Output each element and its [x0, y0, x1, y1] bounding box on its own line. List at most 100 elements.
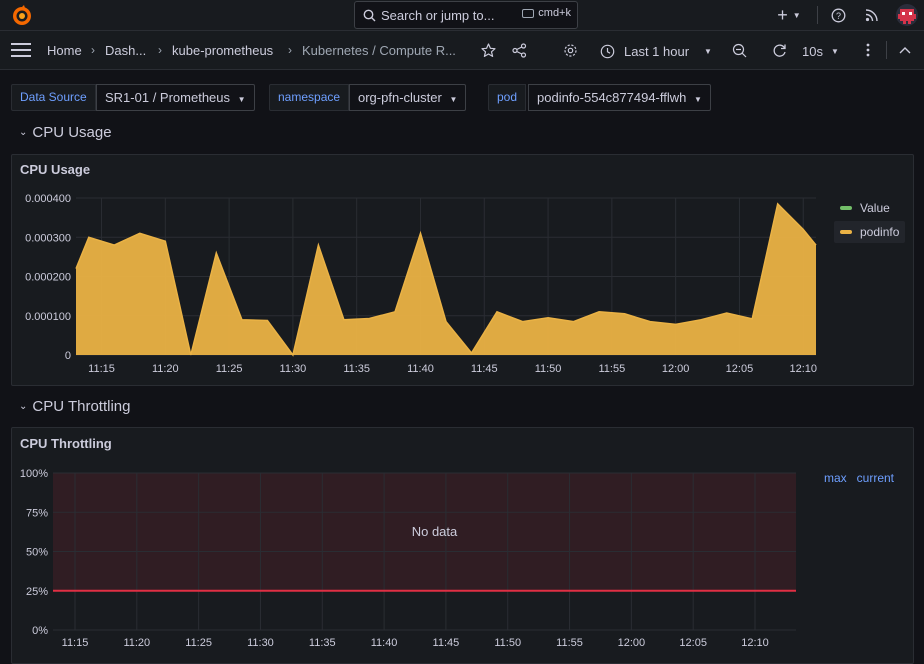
x-tick-label: 11:55	[599, 363, 626, 375]
y-tick-label: 0	[65, 350, 71, 362]
x-tick-label: 11:55	[556, 637, 583, 649]
variable-label-namespace: namespace	[269, 84, 350, 111]
breadcrumb-dashboards[interactable]: Dash...	[105, 43, 146, 58]
variable-value: podinfo-554c877494-fflwh	[537, 90, 687, 105]
legend-header-current[interactable]: current	[857, 471, 894, 485]
x-tick-label: 11:30	[280, 363, 307, 375]
row-title: CPU Usage	[32, 124, 112, 141]
breadcrumb-dashboard-title: Kubernetes / Compute R...	[302, 43, 456, 58]
refresh-button[interactable]	[769, 41, 789, 59]
menu-button[interactable]	[10, 41, 32, 59]
y-tick-label: 50%	[26, 547, 48, 559]
hamburger-icon	[11, 43, 31, 57]
plus-icon: +	[777, 5, 788, 25]
time-picker-button[interactable]: Last 1 hour ▼	[600, 40, 716, 62]
chevron-up-icon	[899, 47, 911, 54]
divider	[817, 6, 818, 24]
settings-button[interactable]	[561, 41, 579, 59]
breadcrumb-separator-icon: ›	[91, 43, 95, 57]
variable-value: SR1-01 / Prometheus	[105, 90, 231, 105]
refresh-interval-picker[interactable]: 10s ▼	[802, 40, 842, 62]
x-tick-label: 11:35	[343, 363, 370, 375]
x-tick-label: 12:10	[789, 363, 817, 375]
zoom-out-button[interactable]	[729, 41, 749, 59]
series-area-podinfo	[76, 203, 816, 355]
clock-icon	[600, 44, 615, 58]
x-tick-label: 11:25	[216, 363, 243, 375]
search-icon	[363, 9, 376, 22]
y-tick-label: 75%	[26, 507, 48, 519]
legend-table-header: max current	[824, 471, 894, 485]
time-range-label: Last 1 hour	[624, 43, 690, 59]
row-title: CPU Throttling	[32, 398, 131, 415]
variable-select-datasource[interactable]: SR1-01 / Prometheus ▼	[96, 84, 255, 111]
x-tick-label: 12:00	[662, 363, 690, 375]
legend-item-value[interactable]: Value	[834, 197, 905, 219]
chevron-down-icon: ▼	[237, 95, 246, 104]
chevron-down-icon: ⌄	[19, 401, 28, 412]
x-tick-label: 11:45	[471, 363, 498, 375]
y-tick-label: 0%	[32, 625, 48, 637]
share-button[interactable]	[510, 41, 528, 59]
y-tick-label: 0.000400	[25, 193, 71, 205]
x-tick-label: 12:05	[726, 363, 754, 375]
more-vertical-icon	[866, 43, 870, 57]
star-button[interactable]	[479, 41, 497, 59]
news-button[interactable]	[862, 6, 882, 24]
search-placeholder: Search or jump to...	[381, 8, 495, 23]
help-button[interactable]: ?	[828, 6, 848, 24]
refresh-interval-label: 10s	[802, 43, 823, 59]
legend-item-podinfo[interactable]: podinfo	[834, 221, 906, 243]
x-tick-label: 12:10	[741, 637, 769, 649]
y-tick-label: 0.000200	[25, 272, 71, 284]
more-options-button[interactable]	[860, 41, 876, 59]
gear-icon	[563, 43, 577, 57]
chevron-down-icon: ⌄	[19, 127, 28, 138]
x-tick-label: 11:20	[152, 363, 179, 375]
zoom-out-icon	[732, 43, 746, 57]
breadcrumb-separator-icon: ›	[288, 43, 292, 57]
avatar-icon	[898, 9, 916, 24]
legend-swatch	[840, 230, 852, 234]
row-header-cpu-throttling[interactable]: ⌄ CPU Throttling	[19, 398, 130, 415]
cpu-throttling-chart: 0% 25% 50% 75% 100% 11:15 11:20 11:25 11:30 11:35…	[20, 468, 796, 649]
avatar[interactable]	[896, 4, 918, 26]
legend-header-max[interactable]: max	[824, 471, 847, 485]
variable-select-pod[interactable]: podinfo-554c877494-fflwh ▼	[528, 84, 711, 111]
x-tick-label: 12:05	[679, 637, 707, 649]
x-tick-label: 11:40	[371, 637, 398, 649]
variable-label-pod: pod	[488, 84, 527, 111]
keyboard-shortcut: cmd+k	[522, 7, 571, 19]
no-data-message: No data	[412, 524, 458, 539]
add-menu-button[interactable]: + ▼	[772, 6, 806, 24]
collapse-navbar-button[interactable]	[896, 41, 914, 59]
x-tick-label: 11:15	[62, 637, 89, 649]
x-tick-label: 11:35	[309, 637, 336, 649]
x-tick-label: 11:15	[88, 363, 115, 375]
breadcrumb-folder[interactable]: kube-prometheus	[172, 43, 273, 58]
variable-select-namespace[interactable]: org-pfn-cluster ▼	[349, 84, 467, 111]
panel-cpu-usage: CPU Usage 0 0.000100 0.000200 0.000300 0.000…	[11, 154, 914, 386]
keyboard-icon	[522, 8, 535, 18]
chevron-down-icon: ▼	[449, 95, 458, 104]
row-header-cpu-usage[interactable]: ⌄ CPU Usage	[19, 124, 112, 141]
legend-label: Value	[860, 201, 890, 215]
x-tick-label: 11:20	[123, 637, 150, 649]
rss-icon	[865, 9, 878, 22]
top-bar: Search or jump to... cmd+k + ▼ ?	[0, 0, 924, 31]
variable-label-datasource: Data Source	[11, 84, 96, 111]
grafana-logo-icon[interactable]	[10, 4, 34, 28]
chevron-down-icon: ▼	[704, 46, 712, 56]
svg-text:?: ?	[835, 11, 840, 21]
search-bar[interactable]: Search or jump to... cmd+k	[354, 1, 578, 29]
divider	[886, 41, 887, 59]
legend-label: podinfo	[860, 225, 900, 239]
cpu-usage-chart: 0 0.000100 0.000200 0.000300 0.000400 11:15 11…	[25, 193, 817, 375]
breadcrumb-home[interactable]: Home	[47, 43, 82, 58]
x-tick-label: 11:25	[185, 637, 212, 649]
x-tick-label: 11:50	[535, 363, 562, 375]
variable-value: org-pfn-cluster	[358, 90, 442, 105]
chevron-down-icon: ▼	[830, 46, 839, 56]
x-tick-label: 11:50	[494, 637, 521, 649]
x-tick-label: 11:45	[433, 637, 460, 649]
